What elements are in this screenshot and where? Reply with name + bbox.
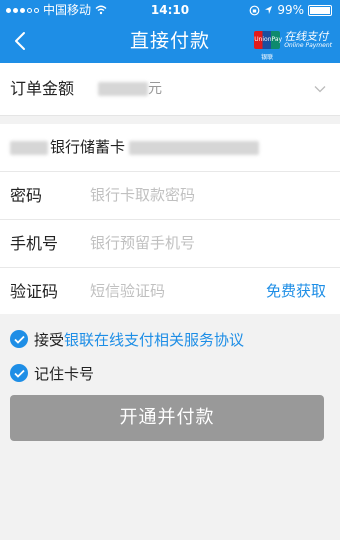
order-amount-row[interactable]: 订单金额 元 [0,63,340,116]
status-bar: 中国移动 14:10 99% [0,0,340,20]
open-and-pay-button[interactable]: 开通并付款 [10,395,324,441]
nav-bar: 直接付款 UnionPay 银联 在线支付 Online Payment [0,20,340,63]
app-header: 中国移动 14:10 99% 直接付款 UnionPay 银联 在线支付 Onl… [0,0,340,63]
agreement-prefix: 接受 [34,330,65,349]
order-amount-value: 元 [98,63,168,115]
logo-sub-text: Online Payment [284,42,332,49]
unionpay-badge-icon: UnionPay 银联 [254,31,282,61]
logo-main-text: 在线支付 [284,30,329,43]
location-icon [265,6,273,14]
blurred-amount [98,82,148,96]
password-row[interactable]: 密码 银行卡取款密码 [0,171,340,219]
battery-percent: 99% [277,3,304,17]
lock-rotation-icon [249,5,260,15]
blurred-card-number [129,140,260,155]
unionpay-logo: UnionPay 银联 在线支付 Online Payment [254,30,332,61]
payment-form: 银行储蓄卡 密码 银行卡取款密码 手机号 银行预留手机号 验证码 短信验证码 免… [0,124,340,314]
checkmark-icon [13,335,25,344]
bank-card-type: 银行储蓄卡 [50,138,126,156]
bank-card-name: 银行储蓄卡 [10,124,260,171]
verification-code-input[interactable]: 短信验证码 [90,268,165,315]
remember-card-checkbox[interactable] [10,364,28,382]
agreement-checkbox[interactable] [10,330,28,348]
amount-unit: 元 [148,81,162,97]
verification-code-row[interactable]: 验证码 短信验证码 免费获取 [0,267,340,315]
get-code-button[interactable]: 免费获取 [266,268,326,315]
phone-input[interactable]: 银行预留手机号 [90,220,195,267]
checkmark-icon [13,369,25,378]
battery-icon [308,4,332,16]
remember-card-label: 记住卡号 [34,364,95,383]
agreement-row: 接受 银联在线支付相关服务协议 [10,328,244,350]
bank-card-row[interactable]: 银行储蓄卡 [0,124,340,171]
verification-code-label: 验证码 [10,282,59,301]
blurred-bank-prefix [10,140,48,155]
remember-card-row: 记住卡号 [10,362,94,384]
order-amount-label: 订单金额 [10,79,75,98]
phone-label: 手机号 [10,234,59,253]
agreement-link[interactable]: 银联在线支付相关服务协议 [64,329,244,350]
status-right: 99% [249,0,332,20]
phone-row[interactable]: 手机号 银行预留手机号 [0,219,340,267]
password-input[interactable]: 银行卡取款密码 [90,172,195,219]
chevron-down-icon[interactable] [314,83,326,95]
password-label: 密码 [10,186,43,205]
